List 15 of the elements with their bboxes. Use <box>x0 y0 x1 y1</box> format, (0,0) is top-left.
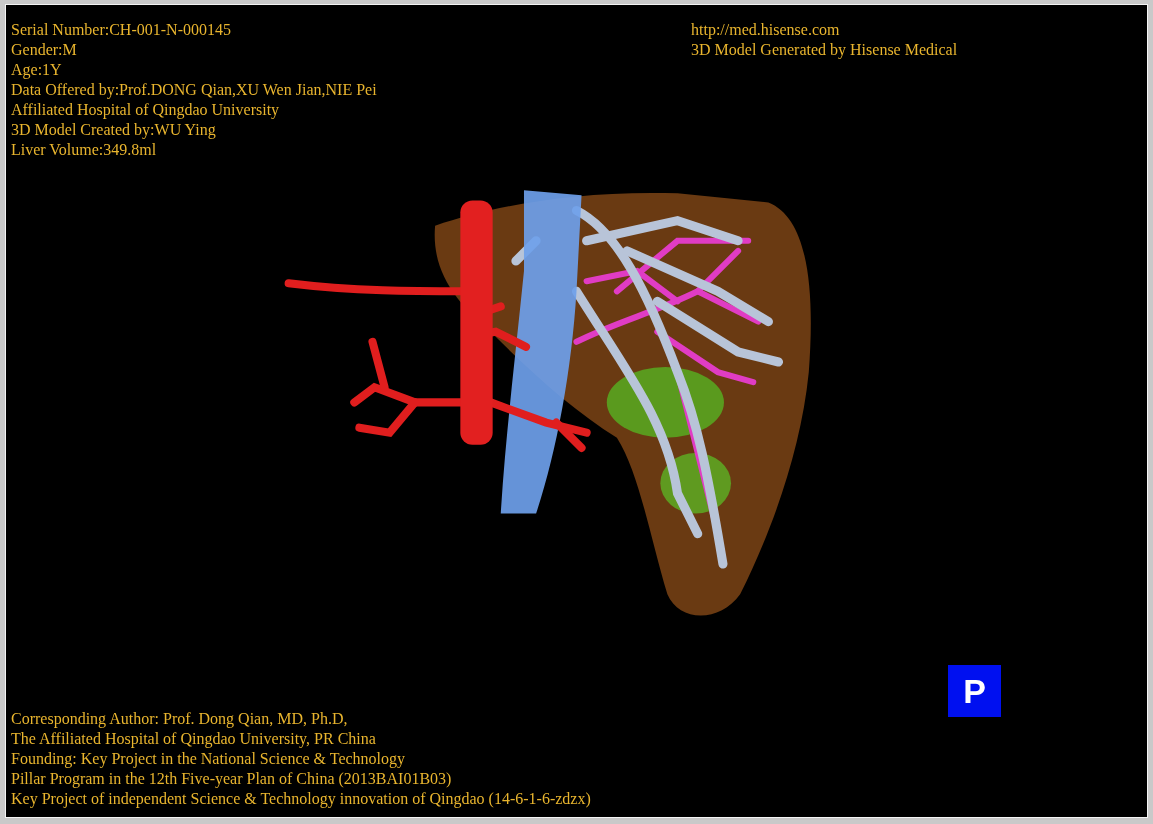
footer-text: Founding: Key Project in the National Science & Technology <box>11 749 406 769</box>
info-text: 3D Model Created by:WU Ying <box>11 120 216 140</box>
info-text: Age:1Y <box>11 60 62 80</box>
credit-text: http://med.hisense.com <box>691 20 840 40</box>
footer-text: Corresponding Author: Prof. Dong Qian, MD, Ph.D, <box>11 709 348 729</box>
info-text: Data Offered by:Prof.DONG Qian,XU Wen Jian,NIE Pei <box>11 80 377 100</box>
footer-text: Pillar Program in the 12th Five-year Plan of China (2013BAI01B03) <box>11 769 452 789</box>
footer-text: The Affiliated Hospital of Qingdao University, PR China <box>11 729 376 749</box>
info-text: Affiliated Hospital of Qingdao University <box>11 100 280 120</box>
info-text: Liver Volume:349.8ml <box>11 140 157 160</box>
projection-button[interactable]: P <box>948 665 1001 717</box>
credit-text: 3D Model Generated by Hisense Medical <box>691 40 958 60</box>
footer-text: Key Project of independent Science & Technology innovation of Qingdao (14-6-1-6-zdzx) <box>11 789 591 809</box>
info-text: Serial Number:CH-001-N-000145 <box>11 20 231 40</box>
info-text: Gender:M <box>11 40 77 60</box>
